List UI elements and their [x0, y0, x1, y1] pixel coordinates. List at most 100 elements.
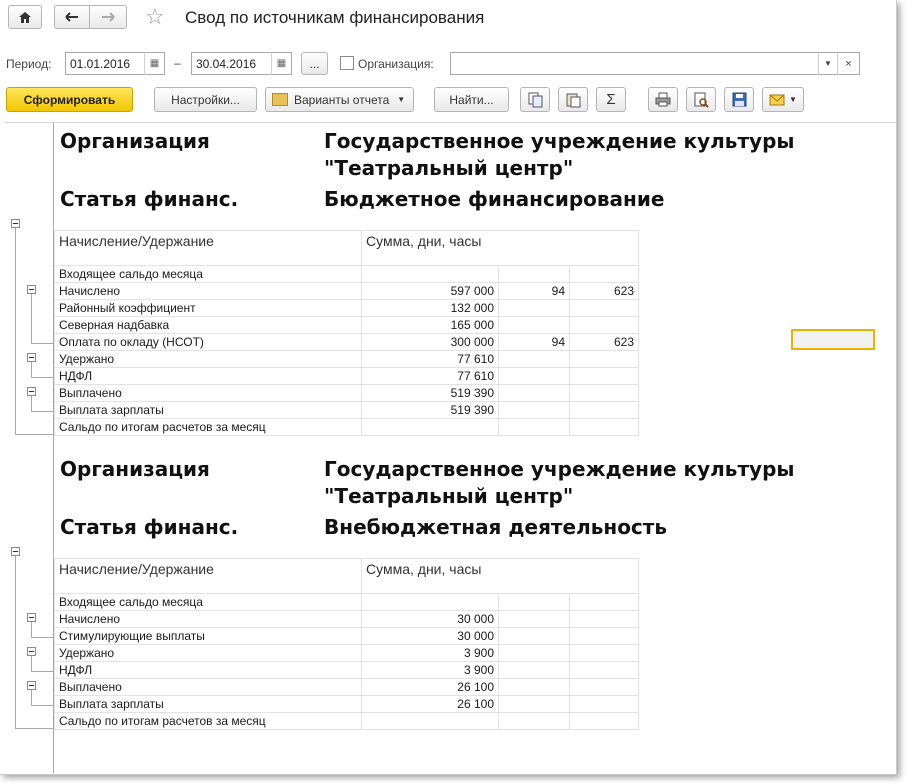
row-name-cell[interactable]: Северная надбавка — [54, 316, 362, 334]
paste-button[interactable] — [558, 87, 588, 112]
row-days-cell[interactable]: 94 — [498, 333, 570, 351]
row-name-cell[interactable]: Районный коэффициент — [54, 299, 362, 317]
row-days-cell[interactable] — [498, 695, 570, 713]
row-sum-cell[interactable]: 26 100 — [361, 695, 499, 713]
row-name-cell[interactable]: Оплата по окладу (НСОТ) — [54, 333, 362, 351]
row-name-cell[interactable]: Удержано — [54, 350, 362, 368]
row-hours-cell[interactable] — [569, 678, 639, 696]
row-name-cell[interactable]: Входящее сальдо месяца — [54, 265, 362, 283]
row-days-cell[interactable] — [498, 661, 570, 679]
row-name-cell[interactable]: Начислено — [54, 610, 362, 628]
row-days-cell[interactable] — [498, 350, 570, 368]
report-variants-button[interactable]: Варианты отчета ▼ — [265, 87, 414, 112]
period-select-button[interactable]: ... — [301, 52, 328, 75]
row-hours-cell[interactable] — [569, 644, 639, 662]
row-days-cell[interactable] — [498, 265, 570, 283]
row-sum-cell[interactable]: 300 000 — [361, 333, 499, 351]
row-days-cell[interactable] — [498, 367, 570, 385]
row-days-cell[interactable] — [498, 712, 570, 730]
row-sum-cell[interactable]: 519 390 — [361, 384, 499, 402]
dropdown-icon[interactable]: ▼ — [818, 52, 837, 75]
row-hours-cell[interactable] — [569, 401, 639, 419]
row-sum-cell[interactable] — [361, 265, 499, 283]
row-hours-cell[interactable] — [569, 350, 639, 368]
sum-button[interactable]: Σ — [596, 87, 626, 112]
row-hours-cell[interactable] — [569, 610, 639, 628]
calendar-icon[interactable]: ▦ — [144, 52, 164, 75]
home-button[interactable] — [8, 5, 42, 29]
row-sum-cell[interactable] — [361, 712, 499, 730]
date-from-field[interactable]: 01.01.2016 ▦ — [65, 52, 165, 75]
print-button[interactable] — [648, 87, 678, 112]
forward-button[interactable] — [89, 5, 127, 29]
date-to-field[interactable]: 30.04.2016 ▦ — [191, 52, 292, 75]
row-hours-cell[interactable] — [569, 418, 639, 436]
organization-checkbox[interactable] — [340, 56, 354, 70]
row-name-cell[interactable]: Стимулирующие выплаты — [54, 627, 362, 645]
row-days-cell[interactable] — [498, 401, 570, 419]
selected-cell[interactable] — [791, 329, 875, 350]
save-button[interactable] — [724, 87, 754, 112]
row-sum-cell[interactable]: 3 900 — [361, 644, 499, 662]
row-days-cell[interactable] — [498, 644, 570, 662]
row-hours-cell[interactable] — [569, 695, 639, 713]
row-hours-cell[interactable] — [569, 299, 639, 317]
collapse-toggle[interactable] — [11, 219, 20, 228]
row-name-cell[interactable]: НДФЛ — [54, 367, 362, 385]
generate-button[interactable]: Сформировать — [6, 87, 133, 112]
row-name-cell[interactable]: Входящее сальдо месяца — [54, 593, 362, 611]
preview-button[interactable] — [686, 87, 716, 112]
collapse-toggle[interactable] — [11, 547, 20, 556]
settings-button[interactable]: Настройки... — [154, 87, 257, 112]
row-sum-cell[interactable]: 77 610 — [361, 367, 499, 385]
collapse-toggle[interactable] — [27, 387, 36, 396]
row-days-cell[interactable] — [498, 299, 570, 317]
row-sum-cell[interactable]: 30 000 — [361, 627, 499, 645]
row-sum-cell[interactable]: 77 610 — [361, 350, 499, 368]
row-name-cell[interactable]: Выплата зарплаты — [54, 401, 362, 419]
row-sum-cell[interactable]: 165 000 — [361, 316, 499, 334]
row-hours-cell[interactable] — [569, 593, 639, 611]
row-name-cell[interactable]: Выплачено — [54, 678, 362, 696]
copy-button[interactable] — [520, 87, 550, 112]
row-name-cell[interactable]: НДФЛ — [54, 661, 362, 679]
row-name-cell[interactable]: Сальдо по итогам расчетов за месяц — [54, 712, 362, 730]
row-sum-cell[interactable]: 30 000 — [361, 610, 499, 628]
row-hours-cell[interactable]: 623 — [569, 282, 639, 300]
organization-field[interactable]: ▼ × — [450, 52, 860, 75]
collapse-toggle[interactable] — [27, 681, 36, 690]
row-name-cell[interactable]: Выплата зарплаты — [54, 695, 362, 713]
row-hours-cell[interactable] — [569, 384, 639, 402]
collapse-toggle[interactable] — [27, 647, 36, 656]
row-hours-cell[interactable] — [569, 627, 639, 645]
send-mail-button[interactable]: ▼ — [762, 87, 804, 112]
collapse-toggle[interactable] — [27, 285, 36, 294]
row-hours-cell[interactable] — [569, 712, 639, 730]
clear-icon[interactable]: × — [837, 52, 859, 75]
row-days-cell[interactable] — [498, 593, 570, 611]
row-name-cell[interactable]: Удержано — [54, 644, 362, 662]
row-sum-cell[interactable] — [361, 418, 499, 436]
row-sum-cell[interactable]: 597 000 — [361, 282, 499, 300]
collapse-toggle[interactable] — [27, 613, 36, 622]
row-sum-cell[interactable]: 26 100 — [361, 678, 499, 696]
row-hours-cell[interactable] — [569, 661, 639, 679]
row-days-cell[interactable] — [498, 627, 570, 645]
row-hours-cell[interactable] — [569, 367, 639, 385]
row-sum-cell[interactable] — [361, 593, 499, 611]
row-days-cell[interactable] — [498, 384, 570, 402]
row-hours-cell[interactable] — [569, 265, 639, 283]
row-sum-cell[interactable]: 519 390 — [361, 401, 499, 419]
row-days-cell[interactable] — [498, 418, 570, 436]
find-button[interactable]: Найти... — [434, 87, 509, 112]
row-name-cell[interactable]: Выплачено — [54, 384, 362, 402]
collapse-toggle[interactable] — [27, 353, 36, 362]
back-button[interactable] — [54, 5, 90, 29]
row-hours-cell[interactable]: 623 — [569, 333, 639, 351]
row-name-cell[interactable]: Сальдо по итогам расчетов за месяц — [54, 418, 362, 436]
row-days-cell[interactable] — [498, 610, 570, 628]
row-sum-cell[interactable]: 132 000 — [361, 299, 499, 317]
calendar-icon[interactable]: ▦ — [271, 52, 291, 75]
row-days-cell[interactable]: 94 — [498, 282, 570, 300]
star-icon[interactable]: ☆ — [145, 4, 165, 30]
